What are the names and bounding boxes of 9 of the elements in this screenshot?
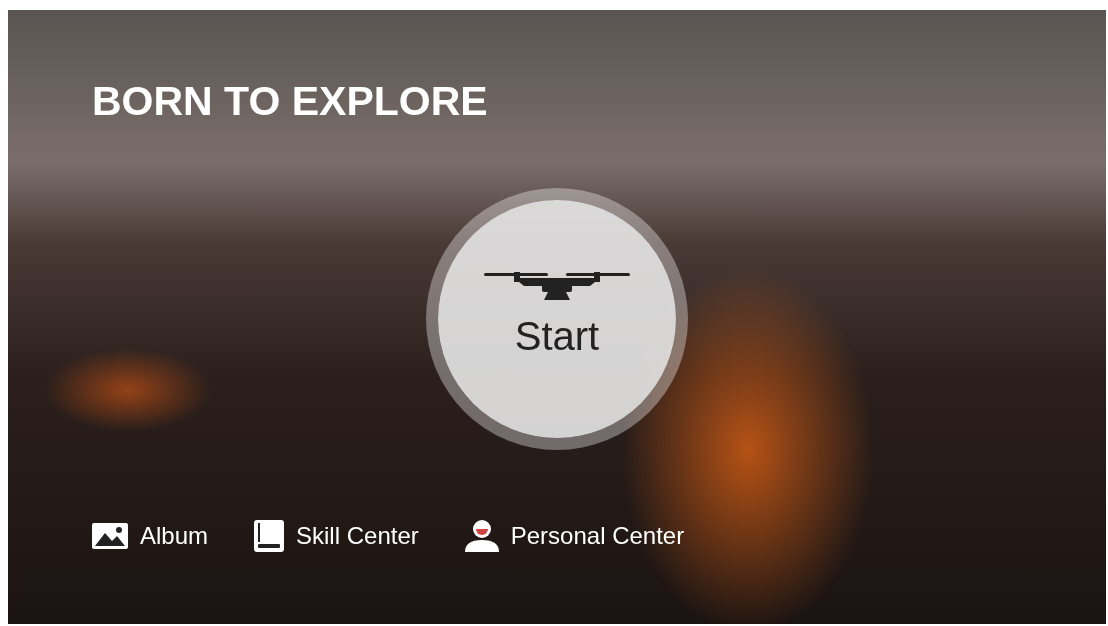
picture-icon [92,523,128,549]
user-icon [464,520,499,552]
headline: BORN TO EXPLORE [92,77,488,126]
start-button[interactable]: Start [426,188,688,450]
nav-link[interactable]: Personal Center [464,520,685,552]
nav-link[interactable]: Skill Center [254,520,419,552]
drone-icon [484,269,630,302]
book-icon [254,520,285,552]
nav-link[interactable]: Album [92,522,209,550]
